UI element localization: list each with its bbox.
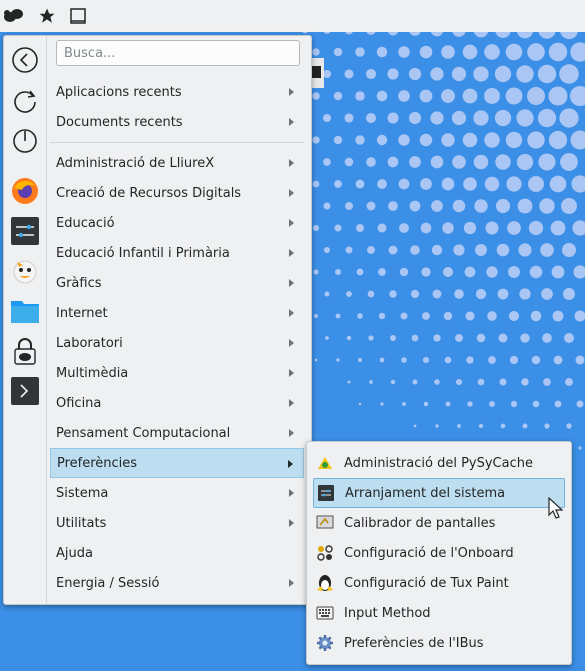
- chevron-right-icon: [289, 489, 294, 497]
- menu-item-recent-applications[interactable]: Aplicacions recents: [50, 77, 304, 107]
- menu-item-education[interactable]: Educació: [50, 208, 304, 238]
- power-icon[interactable]: [9, 124, 41, 156]
- chevron-right-icon: [289, 189, 294, 197]
- screen-calibrator-icon: [316, 514, 334, 532]
- chevron-right-icon: [289, 219, 294, 227]
- pysycache-icon: [316, 454, 334, 472]
- menu-item-laboratory[interactable]: Laboratori: [50, 328, 304, 358]
- back-icon[interactable]: [9, 44, 41, 76]
- menu-item-preferences[interactable]: Preferències: [50, 448, 304, 478]
- submenu-item-input-method[interactable]: Input Method: [313, 598, 565, 628]
- chevron-right-icon: [289, 429, 294, 437]
- menu-item-multimedia[interactable]: Multimèdia: [50, 358, 304, 388]
- mouse-cursor-icon: [548, 497, 564, 519]
- menu-item-utilities[interactable]: Utilitats: [50, 508, 304, 538]
- tux-paint-icon[interactable]: [9, 255, 41, 287]
- window-icon[interactable]: [67, 5, 89, 27]
- ibus-gear-icon: [316, 634, 334, 652]
- chevron-right-icon: [289, 339, 294, 347]
- application-menu: Aplicacions recents Documents recents Ad…: [3, 35, 312, 605]
- menu-item-lliurex-admin[interactable]: Administració de LliureX: [50, 148, 304, 178]
- keyboard-icon: [316, 604, 334, 622]
- chevron-right-icon: [289, 88, 294, 96]
- top-panel: [0, 0, 585, 32]
- onboard-icon: [316, 544, 334, 562]
- chevron-right-icon: [289, 249, 294, 257]
- chevron-right-icon: [288, 460, 293, 468]
- preferences-submenu: Administració del PySyCache Arranjament …: [306, 441, 572, 665]
- menu-item-system[interactable]: Sistema: [50, 478, 304, 508]
- submenu-item-screen-calibrator[interactable]: Calibrador de pantalles: [313, 508, 565, 538]
- chevron-right-icon: [289, 399, 294, 407]
- search-input[interactable]: [56, 40, 300, 66]
- menu-item-internet[interactable]: Internet: [50, 298, 304, 328]
- menu-item-power-session[interactable]: Energia / Sessió: [50, 568, 304, 598]
- submenu-item-tux-paint-config[interactable]: Configuració de Tux Paint: [313, 568, 565, 598]
- chevron-right-icon: [289, 279, 294, 287]
- menu-item-digital-resources[interactable]: Creació de Recursos Digitals: [50, 178, 304, 208]
- menu-item-office[interactable]: Oficina: [50, 388, 304, 418]
- submenu-item-onboard-config[interactable]: Configuració de l'Onboard: [313, 538, 565, 568]
- menu-item-recent-documents[interactable]: Documents recents: [50, 107, 304, 137]
- system-settings-icon: [317, 484, 335, 502]
- chevron-right-icon: [289, 519, 294, 527]
- refresh-icon[interactable]: [9, 84, 41, 116]
- chevron-right-icon: [289, 118, 294, 126]
- star-icon[interactable]: [36, 5, 58, 27]
- submenu-item-system-settings[interactable]: Arranjament del sistema: [313, 478, 565, 508]
- submenu-item-ibus-preferences[interactable]: Preferències de l'IBus: [313, 628, 565, 658]
- menu-item-computational-thinking[interactable]: Pensament Computacional: [50, 418, 304, 448]
- system-settings-icon[interactable]: [9, 215, 41, 247]
- menu-item-help[interactable]: Ajuda: [50, 538, 304, 568]
- file-manager-icon[interactable]: [9, 295, 41, 327]
- submenu-item-pysycache-admin[interactable]: Administració del PySyCache: [313, 448, 565, 478]
- firefox-icon[interactable]: [9, 175, 41, 207]
- favorites-bar: [4, 36, 47, 604]
- tux-paint-config-icon: [316, 574, 334, 592]
- chevron-right-icon: [289, 369, 294, 377]
- menu-item-graphics[interactable]: Gràfics: [50, 268, 304, 298]
- lock-icon[interactable]: [9, 335, 41, 367]
- chevron-right-icon: [289, 159, 294, 167]
- kde-logo-icon[interactable]: [3, 5, 25, 27]
- chevron-right-icon: [289, 309, 294, 317]
- menu-separator: [50, 142, 304, 143]
- terminal-icon[interactable]: [9, 375, 41, 407]
- chevron-right-icon: [289, 579, 294, 587]
- menu-item-primary-education[interactable]: Educació Infantil i Primària: [50, 238, 304, 268]
